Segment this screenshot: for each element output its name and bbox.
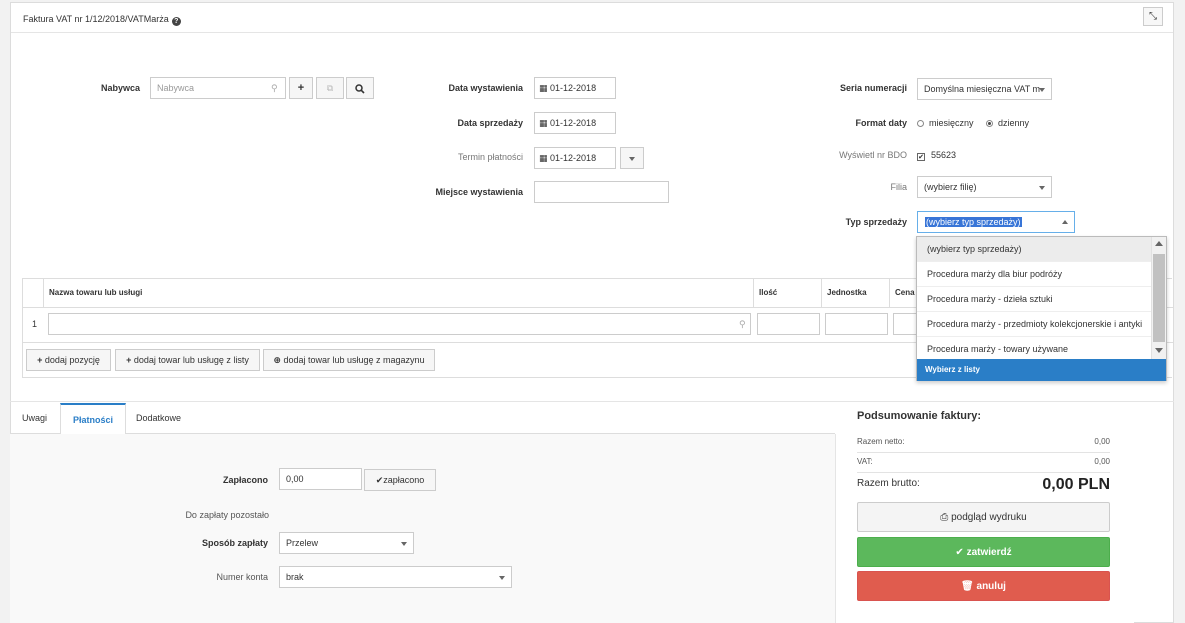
- payment-method-select[interactable]: Przelew: [279, 532, 414, 554]
- sale-type-dropdown: (wybierz typ sprzedaży) Procedura marży …: [916, 236, 1167, 381]
- date-format-label: Format daty: [855, 118, 907, 128]
- search-icon: ⚲: [271, 83, 278, 93]
- trash-icon: 🗑: [961, 581, 974, 592]
- mark-paid-button[interactable]: ✔zapłacono: [364, 469, 436, 491]
- tab-payments[interactable]: Płatności: [60, 403, 127, 435]
- radio-monthly[interactable]: [917, 120, 924, 127]
- expand-button[interactable]: ⤡: [1143, 7, 1163, 26]
- item-qty-input[interactable]: [757, 313, 820, 335]
- numbering-series-select[interactable]: Domyślna miesięczna VAT m: [917, 78, 1052, 100]
- cancel-button[interactable]: 🗑 anuluj: [857, 571, 1110, 601]
- summary-vat-row: VAT: 0,00: [857, 457, 1110, 473]
- item-name-input[interactable]: [48, 313, 751, 335]
- buyer-label: Nabywca: [100, 83, 140, 93]
- item-unit-input[interactable]: [825, 313, 888, 335]
- branch-label: Filia: [890, 182, 907, 192]
- issue-place-input[interactable]: [534, 181, 669, 203]
- payment-due-input[interactable]: ▦ 01-12-2018: [534, 147, 616, 169]
- sale-type-select[interactable]: (wybierz typ sprzedaży): [917, 211, 1075, 233]
- sale-date-label: Data sprzedaży: [457, 118, 523, 128]
- search-icon: ⚲: [739, 319, 746, 329]
- tab-additional[interactable]: Dodatkowe: [124, 403, 193, 434]
- tabs-bar: Uwagi Płatności Dodatkowe: [10, 403, 835, 435]
- payments-pane: [10, 434, 835, 623]
- add-buyer-button[interactable]: +: [289, 77, 313, 99]
- buyer-input[interactable]: Nabywca: [150, 77, 286, 99]
- scroll-down-arrow-icon[interactable]: [1155, 348, 1163, 353]
- sale-date-input[interactable]: ▦ 01-12-2018: [534, 112, 616, 134]
- paid-label: Zapłacono: [222, 475, 268, 485]
- dropdown-option[interactable]: Procedura marży - dzieła sztuki: [917, 287, 1151, 312]
- issue-date-input[interactable]: ▦ 01-12-2018: [534, 77, 616, 99]
- scrollbar-thumb[interactable]: [1153, 254, 1165, 342]
- account-number-select[interactable]: brak: [279, 566, 512, 588]
- chevron-up-icon: [1062, 220, 1068, 224]
- magnifier-icon: [355, 83, 365, 94]
- calendar-icon: ▦: [539, 118, 548, 128]
- calendar-icon: ▦: [539, 83, 548, 93]
- copy-buyer-button[interactable]: ⧉: [316, 77, 344, 99]
- section-divider: [10, 401, 1174, 402]
- radio-daily[interactable]: [986, 120, 994, 127]
- add-from-warehouse-button[interactable]: ⊕ dodaj towar lub usługę z magazynu: [263, 349, 435, 371]
- plus-icon: +: [126, 355, 132, 365]
- dropdown-option[interactable]: Procedura marży dla biur podróży: [917, 262, 1151, 287]
- copy-icon: ⧉: [326, 83, 334, 93]
- window-title: Faktura VAT nr 1/12/2018/VATMarża?: [23, 14, 181, 26]
- column-header-price: Cena n: [889, 279, 919, 307]
- plus-circle-icon: ⊕: [273, 355, 281, 365]
- bdo-label: Wyświetl nr BDO: [839, 150, 907, 160]
- summary-net-row: Razem netto: 0,00: [857, 437, 1110, 453]
- tab-notes[interactable]: Uwagi: [10, 403, 59, 434]
- choose-from-list-button[interactable]: Wybierz z listy: [917, 359, 1166, 381]
- print-preview-button[interactable]: ⎙ podgląd wydruku: [857, 502, 1110, 532]
- add-from-list-button[interactable]: + dodaj towar lub usługę z listy: [115, 349, 260, 371]
- summary-gross-row: Razem brutto: 0,00 PLN: [857, 476, 1110, 493]
- check-icon: ✔: [955, 547, 964, 558]
- issue-date-label: Data wystawienia: [448, 83, 523, 93]
- dropdown-option[interactable]: (wybierz typ sprzedaży): [917, 237, 1151, 262]
- payment-method-label: Sposób zapłaty: [201, 538, 268, 548]
- column-header-qty: Ilość: [753, 279, 821, 307]
- chevron-down-icon: [629, 156, 635, 161]
- calendar-icon: ▦: [539, 153, 548, 163]
- issue-place-label: Miejsce wystawienia: [435, 187, 523, 197]
- add-position-button[interactable]: + dodaj pozycję: [26, 349, 111, 371]
- chevron-down-icon: [499, 576, 505, 580]
- chevron-down-icon: [401, 542, 407, 546]
- dropdown-scrollbar[interactable]: [1151, 237, 1166, 359]
- search-buyer-button[interactable]: [346, 77, 374, 99]
- bdo-checkbox[interactable]: ✔: [917, 153, 925, 161]
- numbering-series-label: Seria numeracji: [839, 83, 907, 93]
- printer-icon: ⎙: [940, 512, 949, 523]
- bdo-field: ✔ 55623: [917, 150, 957, 161]
- plus-icon: +: [37, 355, 43, 365]
- paid-input[interactable]: 0,00: [279, 468, 362, 490]
- dropdown-option[interactable]: Procedura marży - przedmioty kolekcjoner…: [917, 312, 1151, 337]
- date-format-radio-group: miesięczny dzienny: [917, 118, 1029, 128]
- row-number: 1: [32, 319, 38, 329]
- account-number-label: Numer konta: [216, 572, 268, 582]
- column-header-name: Nazwa towaru lub usługi: [43, 279, 758, 307]
- confirm-button[interactable]: ✔ zatwierdź: [857, 537, 1110, 567]
- payment-due-label: Termin płatności: [457, 152, 523, 162]
- summary-title: Podsumowanie faktury:: [857, 410, 982, 422]
- column-header-unit: Jednostka: [821, 279, 889, 307]
- chevron-down-icon: [1039, 186, 1045, 190]
- scroll-up-arrow-icon[interactable]: [1155, 241, 1163, 246]
- branch-select[interactable]: (wybierz filię): [917, 176, 1052, 198]
- window-header: Faktura VAT nr 1/12/2018/VATMarża? ⤡: [11, 3, 1173, 33]
- remaining-label: Do zapłaty pozostało: [185, 510, 269, 520]
- payment-due-dropdown-button[interactable]: [620, 147, 644, 169]
- question-circle-icon[interactable]: ?: [171, 17, 181, 26]
- expand-icon: ⤡: [1149, 11, 1157, 22]
- plus-icon: +: [297, 82, 305, 94]
- chevron-down-icon: [1039, 88, 1045, 92]
- sale-type-label: Typ sprzedaży: [845, 217, 907, 227]
